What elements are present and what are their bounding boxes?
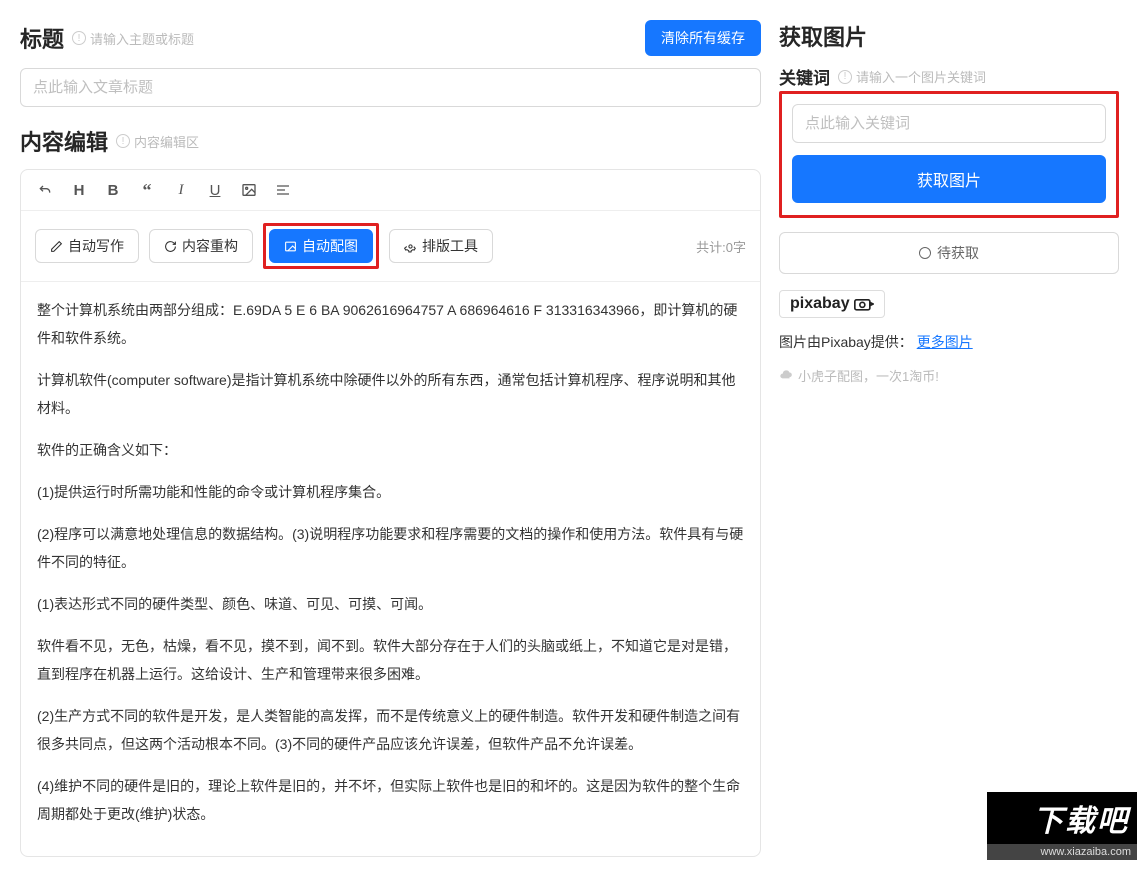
- refresh-icon: [164, 240, 177, 253]
- quote-icon[interactable]: “: [137, 180, 157, 200]
- fetch-image-title: 获取图片: [779, 20, 867, 52]
- paragraph: 软件看不见，无色，枯燥，看不见，摸不到，闻不到。软件大部分存在于人们的头脑或纸上…: [37, 632, 744, 688]
- title-hint: ! 请输入主题或标题: [72, 29, 194, 48]
- image-icon[interactable]: [239, 180, 259, 200]
- editor-panel: H B “ I U 自动写作 内容重构 自动配图 排版工具 共计:0字 整个计算…: [20, 169, 761, 857]
- heading-icon[interactable]: H: [69, 180, 89, 200]
- camera-icon: [854, 297, 874, 311]
- settings-icon: [404, 240, 417, 253]
- title-header: 标题 ! 请输入主题或标题 清除所有缓存: [20, 20, 761, 56]
- italic-icon[interactable]: I: [171, 180, 191, 200]
- highlight-auto-image: 自动配图: [263, 223, 379, 269]
- highlight-keyword-box: 获取图片: [779, 91, 1119, 218]
- clear-cache-button[interactable]: 清除所有缓存: [645, 20, 761, 56]
- paragraph: (2)生产方式不同的软件是开发，是人类智能的高发挥，而不是传统意义上的硬件制造。…: [37, 702, 744, 758]
- format-toolbar: H B “ I U: [21, 170, 760, 211]
- keyword-input[interactable]: [792, 104, 1106, 143]
- undo-icon[interactable]: [35, 180, 55, 200]
- auto-image-button[interactable]: 自动配图: [269, 229, 373, 263]
- bold-icon[interactable]: B: [103, 180, 123, 200]
- underline-icon[interactable]: U: [205, 180, 225, 200]
- info-icon: !: [72, 31, 86, 45]
- content-header: 内容编辑 ! 内容编辑区: [20, 125, 761, 157]
- paragraph: 计算机软件(computer software)是指计算机系统中除硬件以外的所有…: [37, 366, 744, 422]
- restructure-button[interactable]: 内容重构: [149, 229, 253, 263]
- keyword-hint: ! 请输入一个图片关键词: [838, 67, 986, 86]
- info-icon: !: [838, 70, 852, 84]
- image-credit: 图片由Pixabay提供： 更多图片: [779, 332, 1119, 352]
- word-counter: 共计:0字: [696, 237, 746, 256]
- action-toolbar: 自动写作 内容重构 自动配图 排版工具 共计:0字: [21, 211, 760, 282]
- layout-tools-button[interactable]: 排版工具: [389, 229, 493, 263]
- editor-content[interactable]: 整个计算机系统由两部分组成：E.69DA 5 E 6 BA 9062616964…: [21, 282, 760, 856]
- pixabay-badge: pixabay: [779, 290, 885, 318]
- picture-icon: [284, 240, 297, 253]
- keyword-label: 关键词: [779, 64, 830, 89]
- paragraph: 软件的正确含义如下：: [37, 436, 744, 464]
- paragraph: (4)维护不同的硬件是旧的，理论上软件是旧的，并不坏，但实际上软件也是旧的和坏的…: [37, 772, 744, 828]
- content-hint: ! 内容编辑区: [116, 132, 199, 151]
- paragraph: (2)程序可以满意地处理信息的数据结构。(3)说明程序功能要求和程序需要的文档的…: [37, 520, 744, 576]
- circle-icon: [919, 247, 931, 259]
- align-icon[interactable]: [273, 180, 293, 200]
- info-icon: !: [116, 134, 130, 148]
- title-label: 标题: [20, 22, 64, 54]
- pending-status[interactable]: 待获取: [779, 232, 1119, 274]
- article-title-input[interactable]: [20, 68, 761, 107]
- pencil-icon: [50, 240, 63, 253]
- auto-write-button[interactable]: 自动写作: [35, 229, 139, 263]
- paragraph: (1)提供运行时所需功能和性能的命令或计算机程序集合。: [37, 478, 744, 506]
- more-images-link[interactable]: 更多图片: [917, 334, 973, 350]
- paragraph: (1)表达形式不同的硬件类型、颜色、味道、可见、可摸、可闻。: [37, 590, 744, 618]
- cost-tip: 小虎子配图，一次1淘币!: [779, 366, 1119, 385]
- cloud-icon: [779, 369, 793, 383]
- content-label: 内容编辑: [20, 125, 108, 157]
- paragraph: 整个计算机系统由两部分组成：E.69DA 5 E 6 BA 9062616964…: [37, 296, 744, 352]
- fetch-image-button[interactable]: 获取图片: [792, 155, 1106, 203]
